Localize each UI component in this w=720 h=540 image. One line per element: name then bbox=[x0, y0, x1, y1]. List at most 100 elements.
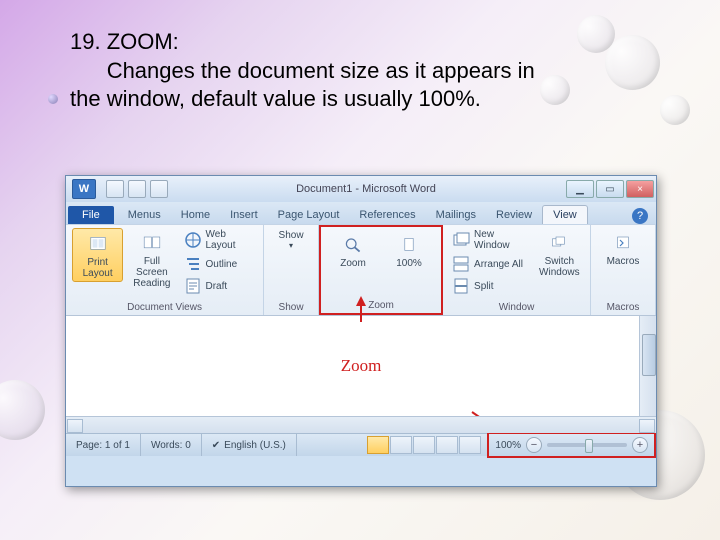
status-zoom-pct[interactable]: 100% bbox=[495, 440, 521, 451]
full-screen-label: Full Screen Reading bbox=[129, 256, 174, 289]
view-outline-icon[interactable] bbox=[436, 436, 458, 454]
draft-button[interactable]: Draft bbox=[181, 276, 258, 296]
group-label-window: Window bbox=[449, 300, 584, 313]
new-window-label: New Window bbox=[474, 229, 528, 251]
outline-label: Outline bbox=[206, 259, 238, 270]
web-layout-label: Web Layout bbox=[206, 229, 255, 251]
bubble-decoration bbox=[660, 95, 690, 125]
ribbon-tabs: File Menus Home Insert Page Layout Refer… bbox=[66, 202, 656, 224]
group-label-zoom: Zoom bbox=[327, 298, 435, 311]
switch-windows-label: Switch Windows bbox=[537, 256, 582, 278]
new-window-button[interactable]: New Window bbox=[449, 228, 531, 252]
zoom-out-button[interactable]: − bbox=[526, 437, 542, 453]
close-button[interactable]: × bbox=[626, 180, 654, 198]
outline-icon bbox=[184, 255, 202, 273]
status-language[interactable]: ✔ English (U.S.) bbox=[202, 434, 297, 456]
tab-insert[interactable]: Insert bbox=[220, 206, 268, 224]
group-zoom: Zoom 100% Zoom bbox=[319, 225, 443, 315]
tab-page-layout[interactable]: Page Layout bbox=[268, 206, 350, 224]
document-area: Zoom bbox=[66, 315, 656, 416]
status-bar: Page: 1 of 1 Words: 0 ✔ English (U.S.) 1… bbox=[66, 433, 656, 456]
bubble-decoration bbox=[0, 380, 45, 440]
page-100-icon bbox=[394, 232, 424, 258]
status-page[interactable]: Page: 1 of 1 bbox=[66, 434, 141, 456]
qat-undo-icon[interactable] bbox=[128, 180, 146, 198]
view-web-icon[interactable] bbox=[413, 436, 435, 454]
tab-menus[interactable]: Menus bbox=[118, 206, 171, 224]
maximize-button[interactable]: ▭ bbox=[596, 180, 624, 198]
zoom-slider[interactable] bbox=[547, 443, 627, 447]
tab-home[interactable]: Home bbox=[171, 206, 220, 224]
window-title: Document1 - Microsoft Word bbox=[168, 183, 564, 195]
group-label-document-views: Document Views bbox=[72, 300, 257, 313]
arrow-up-icon bbox=[351, 296, 371, 324]
arrange-all-icon bbox=[452, 255, 470, 273]
status-language-label: English (U.S.) bbox=[224, 440, 286, 451]
group-label-show: Show bbox=[270, 300, 312, 313]
view-full-screen-icon[interactable] bbox=[390, 436, 412, 454]
magnifier-icon bbox=[338, 232, 368, 258]
vertical-scrollbar[interactable] bbox=[639, 316, 656, 416]
zoom-in-button[interactable]: + bbox=[632, 437, 648, 453]
proofing-icon: ✔ bbox=[212, 440, 220, 451]
switch-windows-icon bbox=[544, 230, 574, 256]
zoom-label: Zoom bbox=[340, 258, 366, 269]
print-layout-label: Print Layout bbox=[75, 257, 120, 279]
split-button[interactable]: Split bbox=[449, 276, 531, 296]
qat-redo-icon[interactable] bbox=[150, 180, 168, 198]
horizontal-scrollbar[interactable] bbox=[66, 416, 656, 433]
tab-mailings[interactable]: Mailings bbox=[426, 206, 486, 224]
word-window: W Document1 - Microsoft Word ▁ ▭ × File … bbox=[65, 175, 657, 487]
show-label: Show bbox=[279, 230, 304, 241]
zoom-button[interactable]: Zoom bbox=[327, 230, 379, 271]
full-screen-icon bbox=[137, 230, 167, 256]
group-window: New Window Arrange All Split S bbox=[443, 225, 591, 315]
tab-view[interactable]: View bbox=[542, 205, 588, 224]
slide-heading: 19. ZOOM: bbox=[70, 29, 179, 54]
scrollbar-thumb[interactable] bbox=[642, 334, 656, 376]
help-icon[interactable]: ? bbox=[632, 208, 648, 224]
web-layout-icon bbox=[184, 231, 202, 249]
bubble-decoration bbox=[577, 15, 615, 53]
tab-review[interactable]: Review bbox=[486, 206, 542, 224]
qat-save-icon[interactable] bbox=[106, 180, 124, 198]
macros-label: Macros bbox=[607, 256, 640, 267]
zoom-slider-thumb[interactable] bbox=[585, 439, 593, 453]
group-macros: Macros Macros bbox=[591, 225, 656, 315]
arrange-all-label: Arrange All bbox=[474, 259, 523, 270]
switch-windows-button[interactable]: Switch Windows bbox=[535, 228, 584, 280]
slide-text: 19. ZOOM: Changes the document size as i… bbox=[70, 28, 540, 114]
tab-references[interactable]: References bbox=[349, 206, 425, 224]
view-print-layout-icon[interactable] bbox=[367, 436, 389, 454]
quick-access-toolbar bbox=[106, 180, 168, 198]
bubble-decoration bbox=[540, 75, 570, 105]
group-document-views: Print Layout Full Screen Reading Web Lay… bbox=[66, 225, 264, 315]
slide-body: Changes the document size as it appears … bbox=[70, 58, 535, 112]
group-label-macros: Macros bbox=[597, 300, 649, 313]
new-window-icon bbox=[452, 231, 470, 249]
print-layout-icon bbox=[83, 231, 113, 257]
word-logo-icon: W bbox=[72, 179, 96, 199]
split-icon bbox=[452, 277, 470, 295]
status-zoom: 100% − + bbox=[487, 432, 656, 458]
show-button[interactable]: Show ▾ bbox=[270, 228, 312, 252]
view-shortcut-buttons bbox=[367, 436, 481, 454]
view-draft-icon[interactable] bbox=[459, 436, 481, 454]
zoom-callout-label: Zoom bbox=[341, 356, 382, 376]
tab-file[interactable]: File bbox=[68, 206, 114, 224]
bullet-icon bbox=[48, 94, 58, 104]
group-show: Show ▾ Show bbox=[264, 225, 319, 315]
title-bar: W Document1 - Microsoft Word ▁ ▭ × bbox=[66, 176, 656, 202]
arrange-all-button[interactable]: Arrange All bbox=[449, 254, 531, 274]
minimize-button[interactable]: ▁ bbox=[566, 180, 594, 198]
web-layout-button[interactable]: Web Layout bbox=[181, 228, 258, 252]
print-layout-button[interactable]: Print Layout bbox=[72, 228, 123, 282]
macros-icon bbox=[608, 230, 638, 256]
macros-button[interactable]: Macros bbox=[597, 228, 649, 269]
full-screen-reading-button[interactable]: Full Screen Reading bbox=[127, 228, 176, 291]
zoom-100-button[interactable]: 100% bbox=[383, 230, 435, 271]
outline-button[interactable]: Outline bbox=[181, 254, 258, 274]
status-words[interactable]: Words: 0 bbox=[141, 434, 202, 456]
draft-label: Draft bbox=[206, 281, 228, 292]
bubble-decoration bbox=[605, 35, 660, 90]
